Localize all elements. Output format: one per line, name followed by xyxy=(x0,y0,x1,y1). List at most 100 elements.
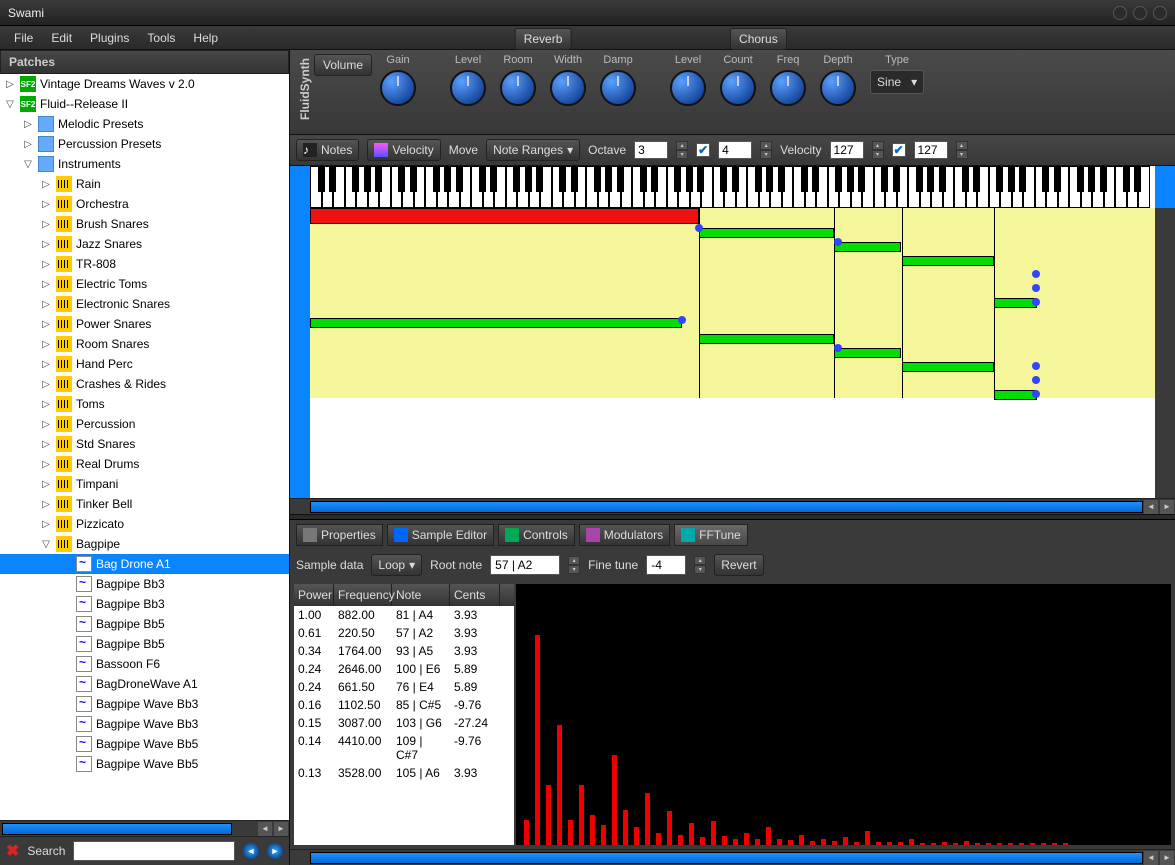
chorus-depth-knob[interactable] xyxy=(820,70,856,106)
tree-item[interactable]: Jazz Snares xyxy=(76,237,142,251)
tree-item[interactable]: Electric Toms xyxy=(76,277,147,291)
velocity2-input[interactable] xyxy=(914,141,948,159)
tree-item[interactable]: Electronic Snares xyxy=(76,297,170,311)
tree-item[interactable]: Percussion Presets xyxy=(58,137,161,151)
window-title: Swami xyxy=(8,6,44,20)
tree-item[interactable]: Bagpipe Wave Bb3 xyxy=(96,697,198,711)
tree-item[interactable]: Toms xyxy=(76,397,105,411)
tree-item[interactable]: Fluid--Release II xyxy=(40,97,128,111)
tree-item[interactable]: Instruments xyxy=(58,157,121,171)
octave2-input[interactable] xyxy=(718,141,752,159)
velocity-sync-checkbox[interactable]: ✔ xyxy=(892,143,906,157)
fft-table[interactable]: Power Frequency Note Cents 1.00882.0081 … xyxy=(294,584,514,845)
tree-item[interactable]: Melodic Presets xyxy=(58,117,143,131)
tree-item[interactable]: TR-808 xyxy=(76,257,116,271)
tree-item[interactable]: Bagpipe Wave Bb5 xyxy=(96,737,198,751)
tree-item[interactable]: Power Snares xyxy=(76,317,151,331)
menu-help[interactable]: Help xyxy=(185,28,226,48)
tree-item-selected[interactable]: Bag Drone A1 xyxy=(96,557,171,571)
tree-item[interactable]: Hand Perc xyxy=(76,357,133,371)
finetune-label: Fine tune xyxy=(588,558,638,572)
tab-fftune[interactable]: FFTune xyxy=(674,524,748,546)
tree-item[interactable]: Bassoon F6 xyxy=(96,657,160,671)
rootnote-input[interactable] xyxy=(490,555,560,575)
finetune-input[interactable] xyxy=(646,555,686,575)
synth-label: FluidSynth xyxy=(296,54,314,124)
patch-tree[interactable]: ▷SF2Vintage Dreams Waves v 2.0 ▽SF2Fluid… xyxy=(0,74,289,820)
tab-modulators[interactable]: Modulators xyxy=(579,524,670,546)
tree-item[interactable]: Tinker Bell xyxy=(76,497,132,511)
chorus-button[interactable]: Chorus xyxy=(730,28,787,50)
velocity-toggle[interactable]: Velocity xyxy=(367,139,440,161)
menu-file[interactable]: File xyxy=(6,28,41,48)
menu-edit[interactable]: Edit xyxy=(43,28,80,48)
gain-knob[interactable] xyxy=(380,70,416,106)
search-next-button[interactable]: ► xyxy=(267,843,283,859)
chorus-count-knob[interactable] xyxy=(720,70,756,106)
scroll-left-icon[interactable]: ◄ xyxy=(258,822,272,836)
window-max-button[interactable] xyxy=(1133,6,1147,20)
tree-item[interactable]: Bagpipe Bb3 xyxy=(96,577,165,591)
menu-plugins[interactable]: Plugins xyxy=(82,28,137,48)
tree-item[interactable]: Bagpipe Bb5 xyxy=(96,617,165,631)
tree-item[interactable]: Bagpipe Bb5 xyxy=(96,637,165,651)
move-select[interactable]: Note Ranges ▾ xyxy=(486,139,580,161)
patches-panel-title: Patches xyxy=(0,50,289,74)
window-close-button[interactable] xyxy=(1153,6,1167,20)
tree-item[interactable]: Crashes & Rides xyxy=(76,377,166,391)
range-hscroll[interactable]: ◄► xyxy=(290,498,1175,514)
tree-item[interactable]: Brush Snares xyxy=(76,217,149,231)
fftune-toolbar: Sample data Loop ▾ Root note ▴▾ Fine tun… xyxy=(290,550,1175,580)
tree-item[interactable]: Real Drums xyxy=(76,457,139,471)
editor-tabs: Properties Sample Editor Controls Modula… xyxy=(290,520,1175,550)
window-min-button[interactable] xyxy=(1113,6,1127,20)
search-bar: ✖ Search ◄ ► xyxy=(0,836,289,865)
move-label: Move xyxy=(449,143,478,157)
notes-toggle[interactable]: ♪Notes xyxy=(296,139,359,161)
chorus-type-select[interactable]: Sine▾ xyxy=(870,70,924,94)
velocity1-input[interactable] xyxy=(830,141,864,159)
tree-item[interactable]: Bagpipe Wave Bb3 xyxy=(96,717,198,731)
tree-item[interactable]: Bagpipe Wave Bb5 xyxy=(96,757,198,771)
tree-hscroll[interactable]: ◄ ► xyxy=(0,820,289,836)
tree-item[interactable]: Percussion xyxy=(76,417,135,431)
tree-item[interactable]: Vintage Dreams Waves v 2.0 xyxy=(40,77,195,91)
scroll-right-icon[interactable]: ► xyxy=(274,822,288,836)
chorus-level-knob[interactable] xyxy=(670,70,706,106)
tab-controls[interactable]: Controls xyxy=(498,524,575,546)
tree-item[interactable]: Orchestra xyxy=(76,197,129,211)
octave1-input[interactable] xyxy=(634,141,668,159)
reverb-room-knob[interactable] xyxy=(500,70,536,106)
sampledata-select[interactable]: Loop ▾ xyxy=(371,554,422,576)
volume-button[interactable]: Volume xyxy=(314,54,372,76)
tab-properties[interactable]: Properties xyxy=(296,524,383,546)
tree-item[interactable]: Rain xyxy=(76,177,101,191)
revert-button[interactable]: Revert xyxy=(714,554,763,576)
menu-tools[interactable]: Tools xyxy=(139,28,183,48)
octave-sync-checkbox[interactable]: ✔ xyxy=(696,143,710,157)
chorus-freq-knob[interactable] xyxy=(770,70,806,106)
reverb-button[interactable]: Reverb xyxy=(515,28,572,50)
fft-spectrum[interactable] xyxy=(516,584,1171,845)
reverb-damp-knob[interactable] xyxy=(600,70,636,106)
window-titlebar: Swami xyxy=(0,0,1175,26)
tab-sample-editor[interactable]: Sample Editor xyxy=(387,524,494,546)
tree-item[interactable]: Bagpipe Bb3 xyxy=(96,597,165,611)
search-input[interactable] xyxy=(73,841,235,861)
tree-item[interactable]: Timpani xyxy=(76,477,118,491)
sampledata-label: Sample data xyxy=(296,558,363,572)
tree-item-bagpipe[interactable]: Bagpipe xyxy=(76,537,120,551)
reverb-width-knob[interactable] xyxy=(550,70,586,106)
tree-item[interactable]: Std Snares xyxy=(76,437,135,451)
rootnote-label: Root note xyxy=(430,558,482,572)
tree-item[interactable]: BagDroneWave A1 xyxy=(96,677,198,691)
tree-item[interactable]: Room Snares xyxy=(76,337,149,351)
reverb-level-knob[interactable] xyxy=(450,70,486,106)
search-prev-button[interactable]: ◄ xyxy=(243,843,259,859)
note-range-view[interactable] xyxy=(310,208,1155,498)
clear-search-icon[interactable]: ✖ xyxy=(6,841,19,861)
lower-hscroll[interactable]: ◄► xyxy=(290,849,1175,865)
velocity-label: Velocity xyxy=(780,143,821,157)
tree-item[interactable]: Pizzicato xyxy=(76,517,124,531)
piano-keyboard[interactable] xyxy=(290,166,1175,208)
